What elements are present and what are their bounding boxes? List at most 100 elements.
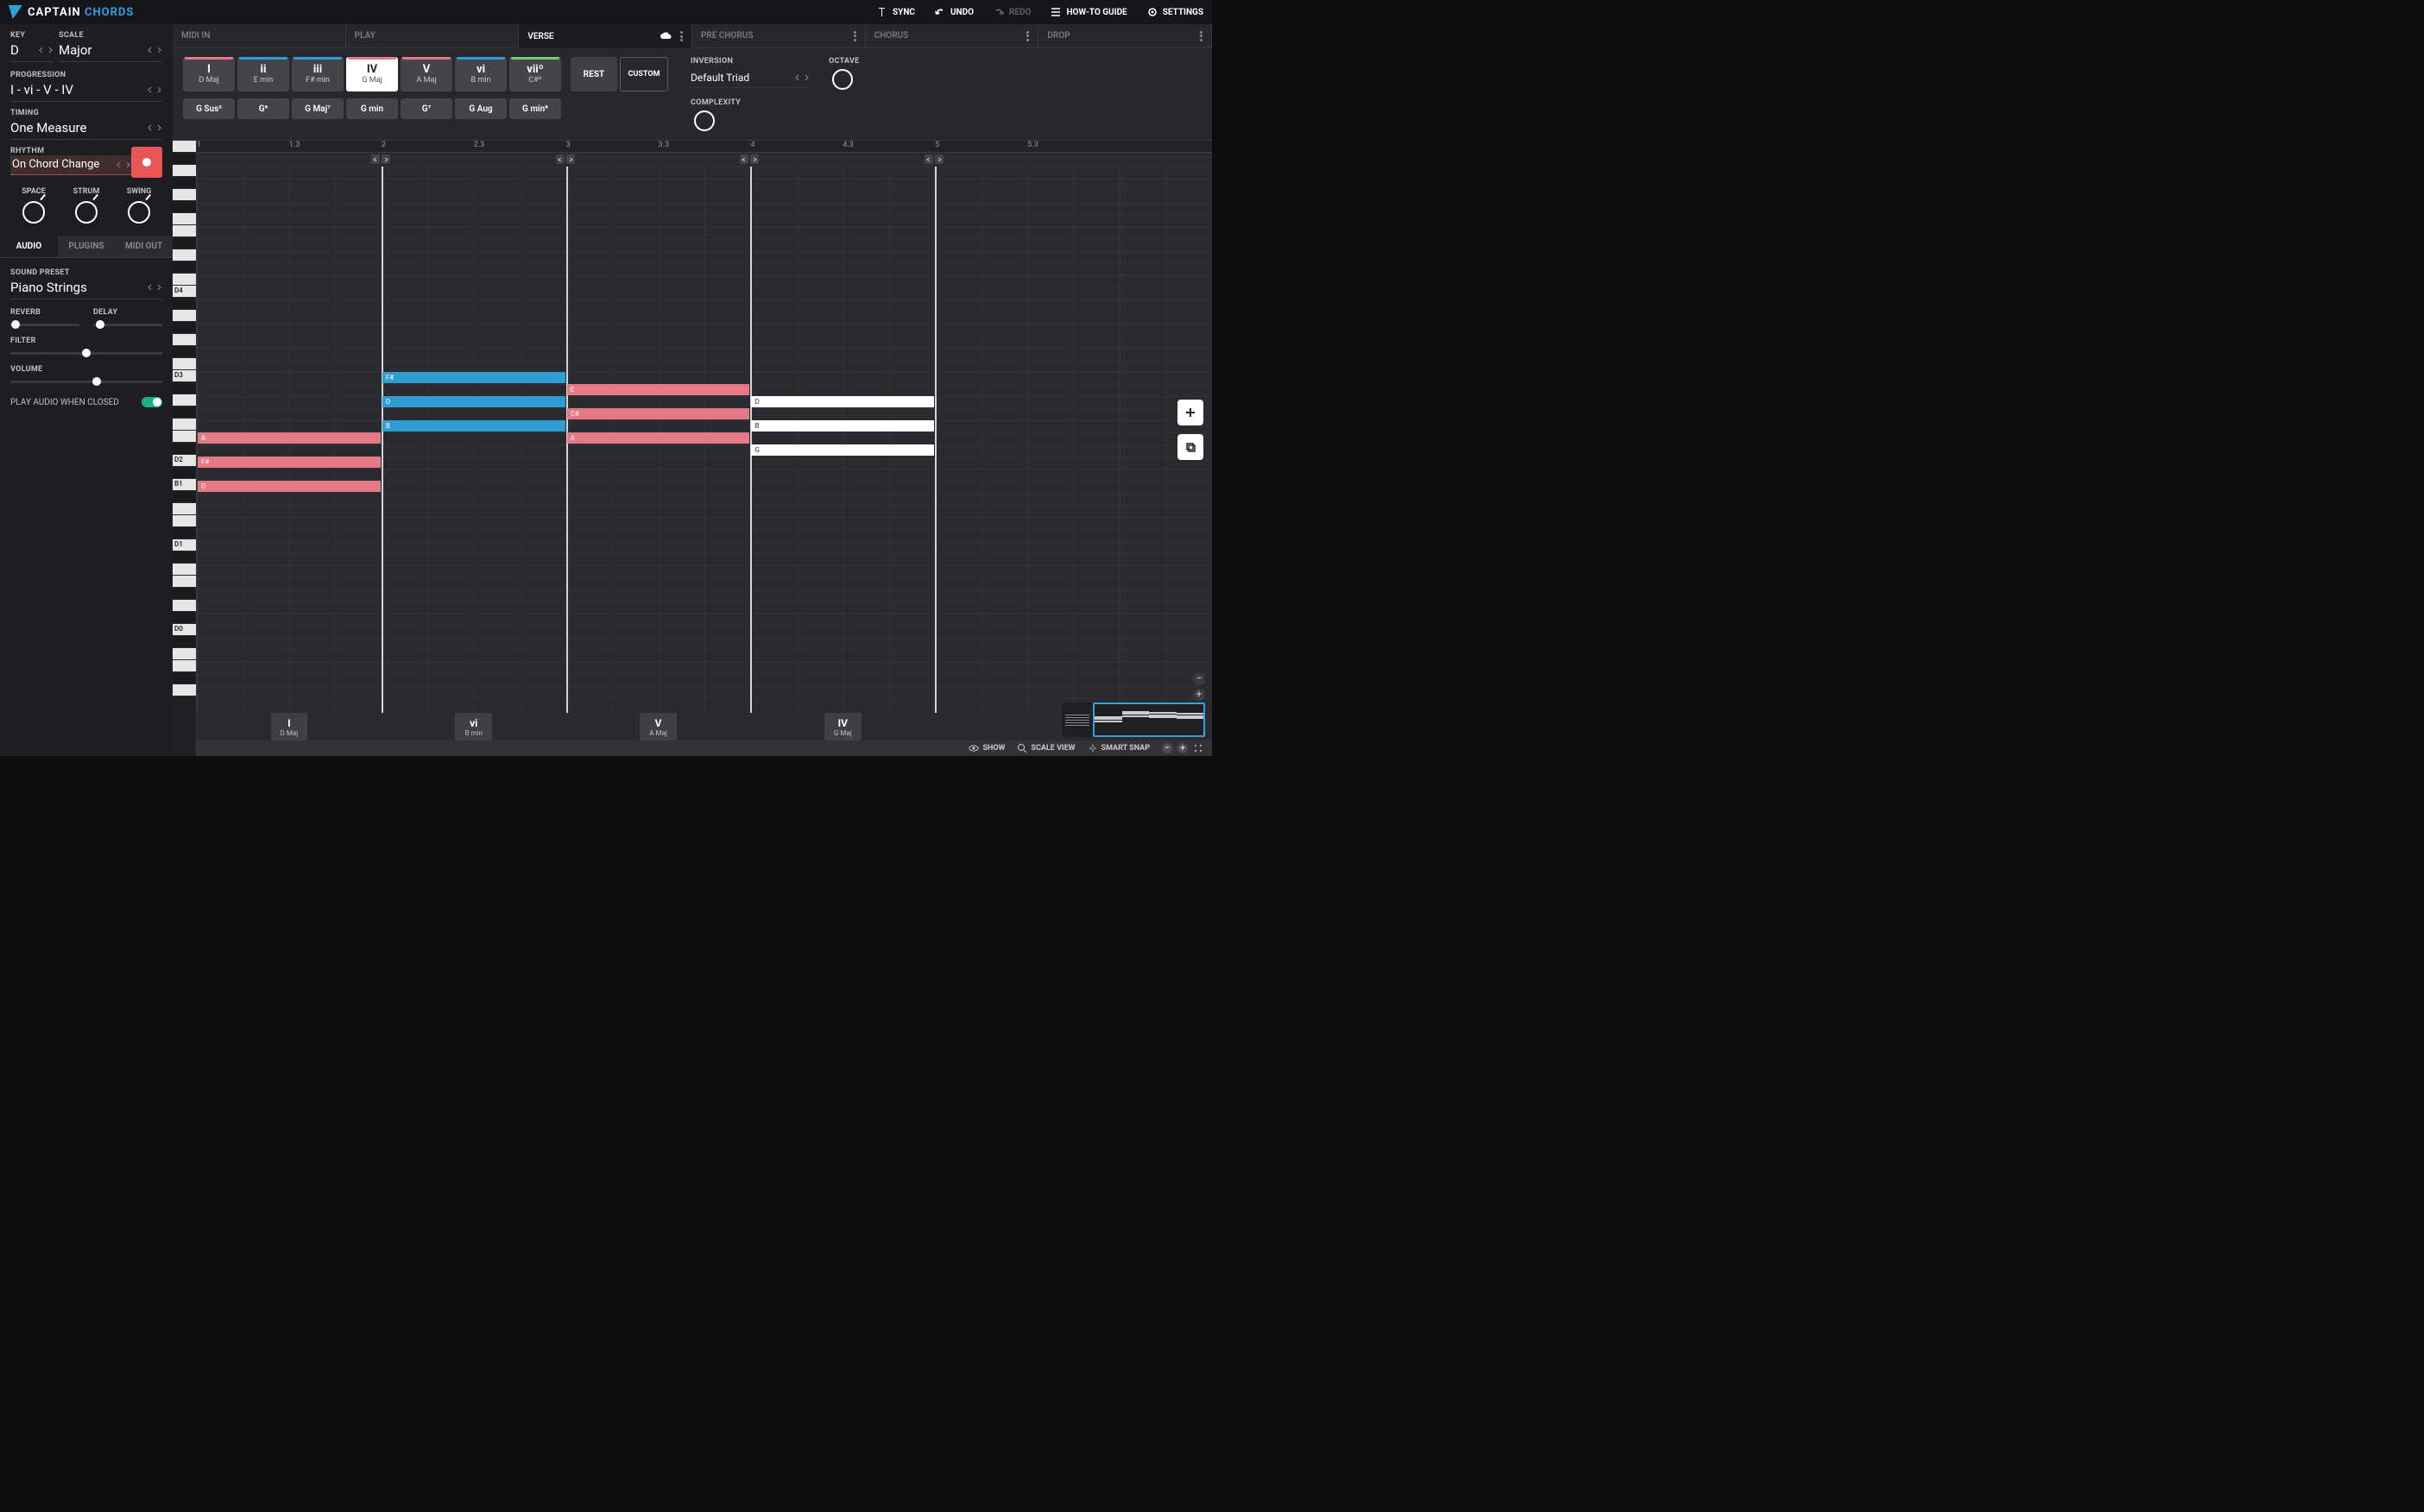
chord-track-block[interactable]: ID Maj [271, 713, 308, 740]
chevron-right-icon[interactable] [47, 47, 54, 54]
piano-key[interactable] [173, 419, 196, 431]
variation-g[interactable]: G⁶ [237, 98, 289, 119]
chevron-left-icon[interactable] [147, 47, 154, 54]
piano-key[interactable] [173, 660, 196, 672]
piano-key[interactable] [173, 551, 196, 564]
strum-knob[interactable] [75, 201, 98, 224]
piano-key[interactable] [173, 249, 196, 261]
inversion-select[interactable]: Default Triad [691, 69, 810, 88]
piano-key[interactable] [173, 394, 196, 406]
chevron-right-icon[interactable] [155, 47, 162, 54]
space-knob[interactable] [22, 201, 45, 224]
play-closed-toggle[interactable] [142, 397, 162, 407]
note[interactable]: A [198, 432, 381, 444]
howto-button[interactable]: HOW-TO GUIDE [1050, 6, 1127, 18]
piano-key[interactable] [173, 564, 196, 576]
marker-left[interactable] [740, 154, 748, 164]
chord-viiº[interactable]: viiºC#º [509, 57, 561, 91]
sound-preset-select[interactable]: Piano Strings [10, 277, 162, 299]
record-button[interactable] [131, 147, 162, 178]
tab-audio[interactable]: AUDIO [0, 236, 58, 257]
piano-key[interactable] [173, 527, 196, 539]
chord-i[interactable]: ID Maj [183, 57, 235, 91]
piano-key[interactable] [173, 491, 196, 503]
reverb-slider[interactable] [10, 324, 79, 326]
piano-key[interactable] [173, 298, 196, 310]
piano-key[interactable] [173, 358, 196, 370]
piano-key[interactable] [173, 672, 196, 684]
volume-slider[interactable] [10, 381, 162, 383]
v-zoom-out[interactable]: − [1193, 673, 1205, 685]
redo-button[interactable]: REDO [993, 6, 1031, 18]
delay-slider[interactable] [93, 324, 162, 326]
chord-track-block[interactable]: viB min [455, 713, 492, 740]
chord-v[interactable]: VA Maj [401, 57, 452, 91]
piano-key[interactable] [173, 237, 196, 249]
piano-key[interactable] [173, 322, 196, 334]
progression-select[interactable]: I - vi - V - IV [10, 79, 162, 102]
h-zoom-in[interactable]: + [1177, 743, 1188, 753]
variation-gsus[interactable]: G Sus² [183, 98, 235, 119]
variation-g[interactable]: G⁷ [401, 98, 452, 119]
piano-key[interactable] [173, 310, 196, 322]
marker-right[interactable] [382, 154, 390, 164]
piano-key[interactable] [173, 684, 196, 696]
kebab-icon[interactable] [854, 31, 856, 41]
piano-key[interactable] [173, 165, 196, 177]
chevron-right-icon[interactable] [155, 284, 162, 291]
note[interactable]: G [751, 444, 934, 456]
marker-right[interactable] [566, 154, 575, 164]
grid-area[interactable]: 11.322.333.344.355.3 AF#DF#DBEC#ADBG ID … [197, 141, 1212, 756]
note[interactable]: F# [198, 457, 381, 468]
key-select[interactable]: D [10, 40, 54, 62]
variation-gmin[interactable]: G min [346, 98, 398, 119]
ruler[interactable]: 11.322.333.344.355.3 [197, 141, 1212, 153]
chevron-right-icon[interactable] [124, 161, 131, 168]
swing-knob[interactable] [128, 201, 150, 224]
chevron-right-icon[interactable] [155, 124, 162, 131]
chevron-right-icon[interactable] [155, 86, 162, 93]
piano-key[interactable] [173, 588, 196, 600]
section-tab-chorus[interactable]: CHORUS [866, 24, 1039, 48]
scale-select[interactable]: Major [59, 40, 162, 62]
kebab-icon[interactable] [1200, 31, 1203, 41]
chord-iii[interactable]: iiiF# min [292, 57, 344, 91]
rest-button[interactable]: REST [571, 57, 617, 91]
piano-key[interactable] [173, 346, 196, 358]
section-tab-play[interactable]: PLAY [346, 24, 520, 48]
piano-key[interactable] [173, 515, 196, 527]
sync-button[interactable]: SYNC [876, 6, 915, 18]
note[interactable]: B [751, 420, 934, 432]
duplicate-button[interactable] [1177, 434, 1203, 460]
section-tab-verse[interactable]: VERSE [519, 24, 692, 48]
show-button[interactable]: SHOW [969, 743, 1005, 753]
smart-snap-button[interactable]: SMART SNAP [1088, 743, 1150, 753]
chevron-right-icon[interactable] [803, 74, 810, 81]
piano-key[interactable] [173, 274, 196, 286]
piano-key[interactable] [173, 467, 196, 479]
piano-key[interactable] [173, 213, 196, 225]
piano-key[interactable] [173, 648, 196, 660]
custom-button[interactable]: CUSTOM [620, 57, 668, 91]
piano-key[interactable] [173, 600, 196, 612]
piano-key[interactable] [173, 261, 196, 274]
note[interactable]: B [382, 420, 565, 432]
piano-key[interactable] [173, 189, 196, 201]
piano-key[interactable] [173, 612, 196, 624]
octave-knob[interactable] [832, 69, 853, 90]
note[interactable]: D [751, 396, 934, 407]
piano-key[interactable] [173, 177, 196, 189]
minimap[interactable] [1062, 702, 1205, 737]
chord-track-block[interactable]: VA Maj [640, 713, 677, 740]
variation-gaug[interactable]: G Aug [455, 98, 507, 119]
cloud-icon[interactable] [660, 31, 672, 41]
v-zoom-in[interactable]: + [1193, 689, 1205, 701]
chevron-left-icon[interactable] [38, 47, 45, 54]
marker-right[interactable] [935, 154, 944, 164]
chevron-left-icon[interactable] [147, 124, 154, 131]
kebab-icon[interactable] [1026, 31, 1029, 41]
rhythm-select[interactable]: On Chord Change [10, 155, 131, 175]
add-note-button[interactable] [1177, 400, 1203, 425]
undo-button[interactable]: UNDO [934, 6, 974, 18]
note[interactable]: E [567, 384, 750, 395]
